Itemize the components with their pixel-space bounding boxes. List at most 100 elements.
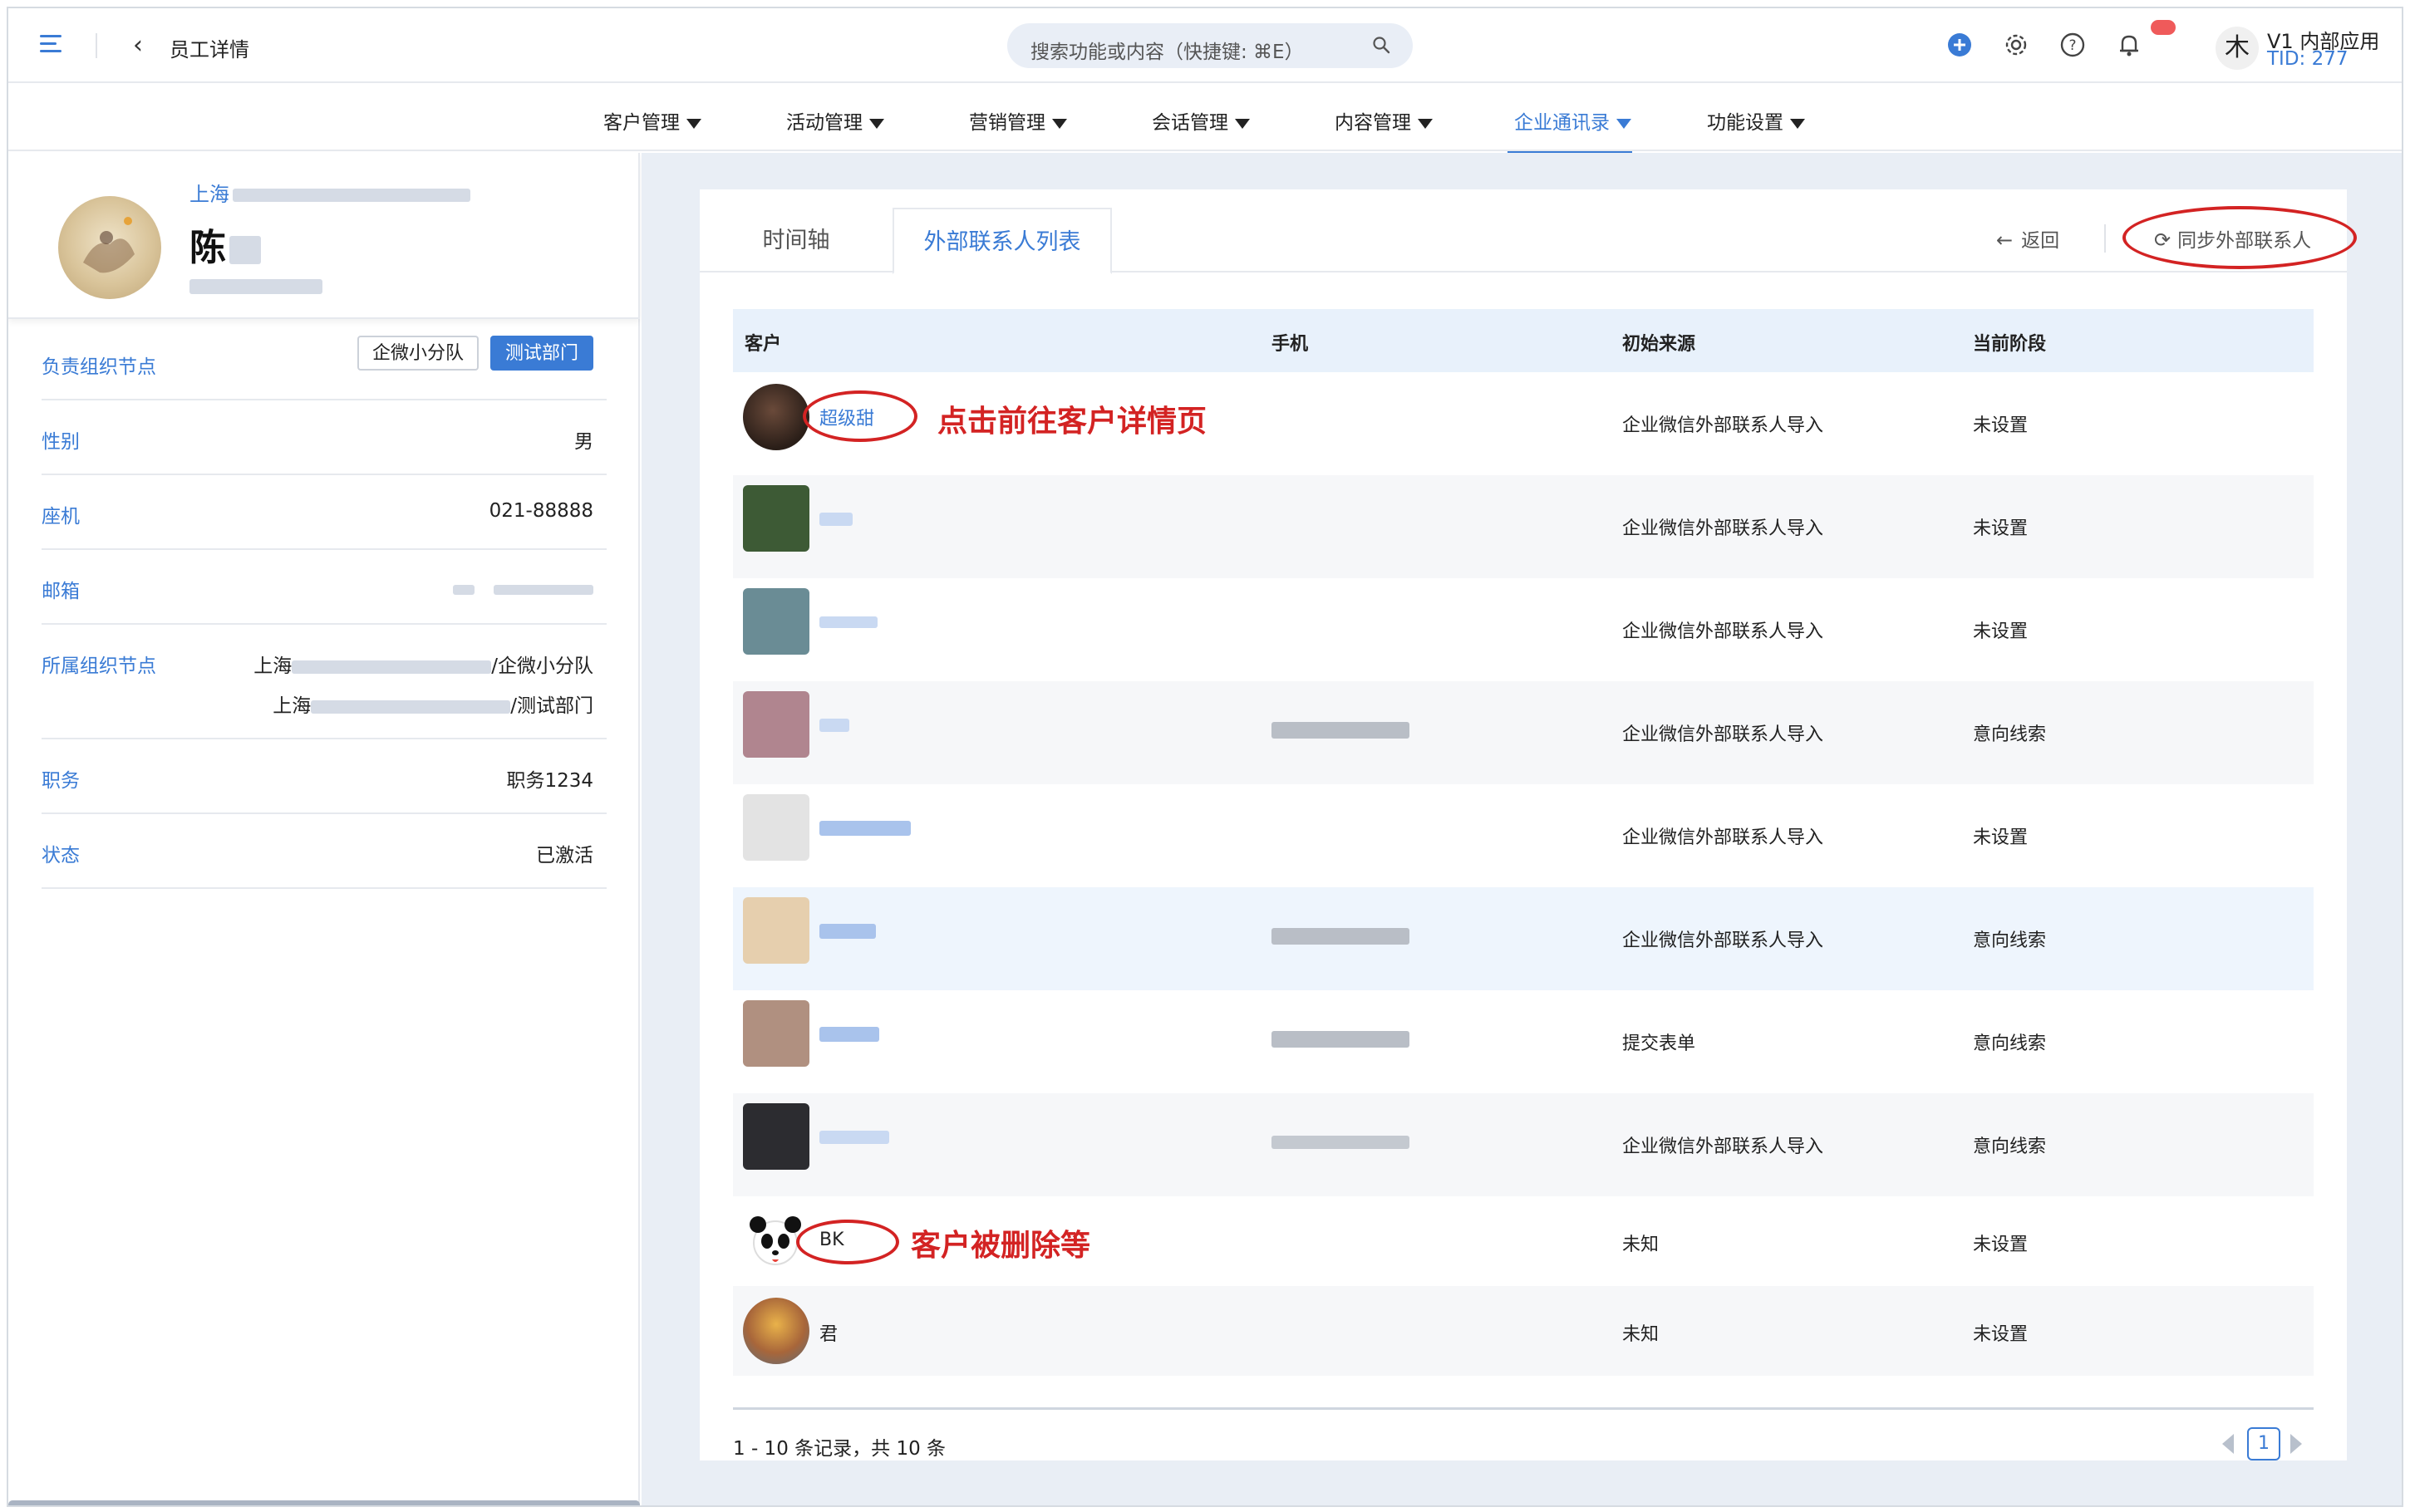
- nav-item-marketing[interactable]: 营销管理: [969, 106, 1067, 135]
- profile-card: 上海 陈: [8, 153, 640, 319]
- table-row[interactable]: 企业微信外部联系人导入 未设置: [733, 578, 2314, 681]
- pagination: 1: [2222, 1427, 2305, 1460]
- stage-cell: 未设置: [1973, 518, 2029, 539]
- employee-name: 陈: [189, 218, 261, 271]
- source-cell: 企业微信外部联系人导入: [1622, 1136, 1824, 1157]
- dropdown-caret-icon: [1616, 118, 1631, 129]
- customer-avatar: [743, 794, 809, 861]
- customer-name-redacted[interactable]: [819, 1127, 889, 1147]
- source-cell: 企业微信外部联系人导入: [1622, 518, 1824, 539]
- help-icon[interactable]: ?: [2058, 30, 2088, 60]
- notification-bell-icon[interactable]: [2114, 30, 2144, 60]
- hamburger-menu-icon[interactable]: [40, 35, 61, 55]
- belong-org-line-2: 上海/测试部门: [273, 695, 593, 717]
- nav-item-content[interactable]: 内容管理: [1335, 106, 1433, 135]
- notification-badge: [2151, 20, 2176, 35]
- table-header: 客户 手机 初始来源 当前阶段: [733, 309, 2314, 372]
- table-row[interactable]: 君 未知 未设置: [733, 1286, 2314, 1376]
- org-tag-test-dept[interactable]: 测试部门: [489, 336, 593, 371]
- page-number[interactable]: 1: [2247, 1427, 2280, 1460]
- email-label: 邮箱: [42, 581, 80, 602]
- nav-item-settings[interactable]: 功能设置: [1707, 106, 1805, 135]
- nav-item-sessions[interactable]: 会话管理: [1152, 106, 1250, 135]
- stage-cell: 未设置: [1973, 621, 2029, 642]
- nav-item-customers[interactable]: 客户管理: [603, 106, 701, 135]
- dropdown-caret-icon: [1052, 118, 1067, 129]
- phone-cell-redacted: [1271, 925, 1409, 946]
- table-row[interactable]: 企业微信外部联系人导入 意向线索: [733, 887, 2314, 990]
- source-cell: 提交表单: [1622, 1033, 1696, 1054]
- app-window: ‹ 员工详情 搜索功能或内容（快捷键: ⌘E） ? 木 V1 内部应用 TID:…: [7, 7, 2403, 1507]
- customer-avatar: [743, 588, 809, 655]
- app-avatar[interactable]: 木: [2216, 27, 2259, 70]
- customer-name-redacted[interactable]: [819, 817, 911, 838]
- nav-item-directory[interactable]: 企业通讯录: [1514, 106, 1631, 135]
- column-header-stage: 当前阶段: [1973, 334, 2047, 355]
- settings-gear-icon[interactable]: [2001, 30, 2031, 60]
- annotation-click-detail: 点击前往客户详情页: [937, 405, 1207, 439]
- status-row: 状态 已激活: [42, 814, 607, 889]
- prev-page-icon[interactable]: [2222, 1434, 2234, 1454]
- status-label: 状态: [42, 845, 80, 866]
- tab-timeline[interactable]: 时间轴: [700, 208, 893, 274]
- email-row: 邮箱: [42, 550, 607, 625]
- search-placeholder: 搜索功能或内容（快捷键: ⌘E）: [1030, 42, 1304, 63]
- employee-avatar: [58, 196, 161, 299]
- source-cell: 未知: [1622, 1235, 1660, 1255]
- belong-org-row: 所属组织节点 上海/企微小分队 上海/测试部门: [42, 625, 607, 739]
- phone-cell-redacted: [1271, 1132, 1409, 1152]
- customer-avatar: [743, 897, 809, 964]
- title-value: 职务1234: [506, 770, 593, 792]
- source-cell: 企业微信外部联系人导入: [1622, 827, 1824, 848]
- stage-cell: 意向线索: [1973, 930, 2047, 951]
- title-row: 职务 职务1234: [42, 739, 607, 814]
- belong-org-label: 所属组织节点: [42, 655, 156, 677]
- tab-external-contacts[interactable]: 外部联系人列表: [893, 208, 1112, 274]
- gender-label: 性别: [42, 431, 80, 453]
- svg-text:?: ?: [2068, 37, 2076, 54]
- stage-cell: 意向线索: [1973, 1136, 2047, 1157]
- dropdown-caret-icon: [1790, 118, 1805, 129]
- global-search-bar[interactable]: 搜索功能或内容（快捷键: ⌘E）: [1007, 23, 1413, 68]
- customer-name-redacted[interactable]: [819, 1024, 879, 1044]
- gender-row: 性别 男: [42, 400, 607, 475]
- stage-cell: 未设置: [1973, 827, 2029, 848]
- horizontal-scrollbar[interactable]: [8, 1500, 640, 1505]
- add-icon[interactable]: [1945, 30, 1975, 60]
- customer-avatar: [743, 384, 809, 450]
- table-row[interactable]: 提交表单 意向线索: [733, 990, 2314, 1093]
- back-chevron-icon[interactable]: ‹: [133, 32, 143, 60]
- source-cell: 企业微信外部联系人导入: [1622, 621, 1824, 642]
- back-button[interactable]: ← 返回: [1996, 224, 2059, 253]
- phone-value: 021-88888: [489, 500, 593, 522]
- source-cell: 企业微信外部联系人导入: [1622, 930, 1824, 951]
- org-tag-squad[interactable]: 企微小分队: [357, 336, 479, 371]
- table-row[interactable]: 企业微信外部联系人导入 未设置: [733, 784, 2314, 887]
- source-cell: 企业微信外部联系人导入: [1622, 724, 1824, 745]
- next-page-icon[interactable]: [2290, 1434, 2302, 1454]
- customer-avatar: [743, 1103, 809, 1170]
- org-node-label: 负责组织节点: [42, 356, 156, 378]
- table-row[interactable]: 企业微信外部联系人导入 未设置: [733, 475, 2314, 578]
- table-row[interactable]: 企业微信外部联系人导入 意向线索: [733, 1093, 2314, 1196]
- nav-item-activities[interactable]: 活动管理: [786, 106, 884, 135]
- customer-name-redacted[interactable]: [819, 920, 876, 941]
- contacts-card: 时间轴 外部联系人列表 ← 返回 ⟳ 同步外部联系人 客户 手机 初始来源 当前阶段…: [700, 189, 2357, 1460]
- customer-name-redacted[interactable]: [819, 508, 853, 529]
- search-icon[interactable]: [1371, 35, 1391, 55]
- table-row[interactable]: 超级甜 点击前往客户详情页 企业微信外部联系人导入 未设置: [733, 372, 2314, 475]
- customer-name-redacted[interactable]: [819, 611, 878, 632]
- table-row[interactable]: 企业微信外部联系人导入 意向线索: [733, 681, 2314, 784]
- table-row[interactable]: BK 客户被删除等 未知 未设置: [733, 1196, 2314, 1286]
- customer-avatar: [743, 1298, 809, 1364]
- column-header-customer: 客户: [745, 334, 782, 355]
- employee-company: 上海: [189, 178, 470, 207]
- status-value: 已激活: [536, 845, 593, 866]
- phone-label: 座机: [42, 506, 80, 528]
- page-title: 员工详情: [170, 38, 249, 61]
- customer-name-redacted[interactable]: [819, 714, 849, 735]
- customer-avatar: [743, 1000, 809, 1067]
- annotation-circle-sync: [2122, 206, 2357, 269]
- email-value-redacted: [452, 578, 593, 600]
- stage-cell: 意向线索: [1973, 1033, 2047, 1054]
